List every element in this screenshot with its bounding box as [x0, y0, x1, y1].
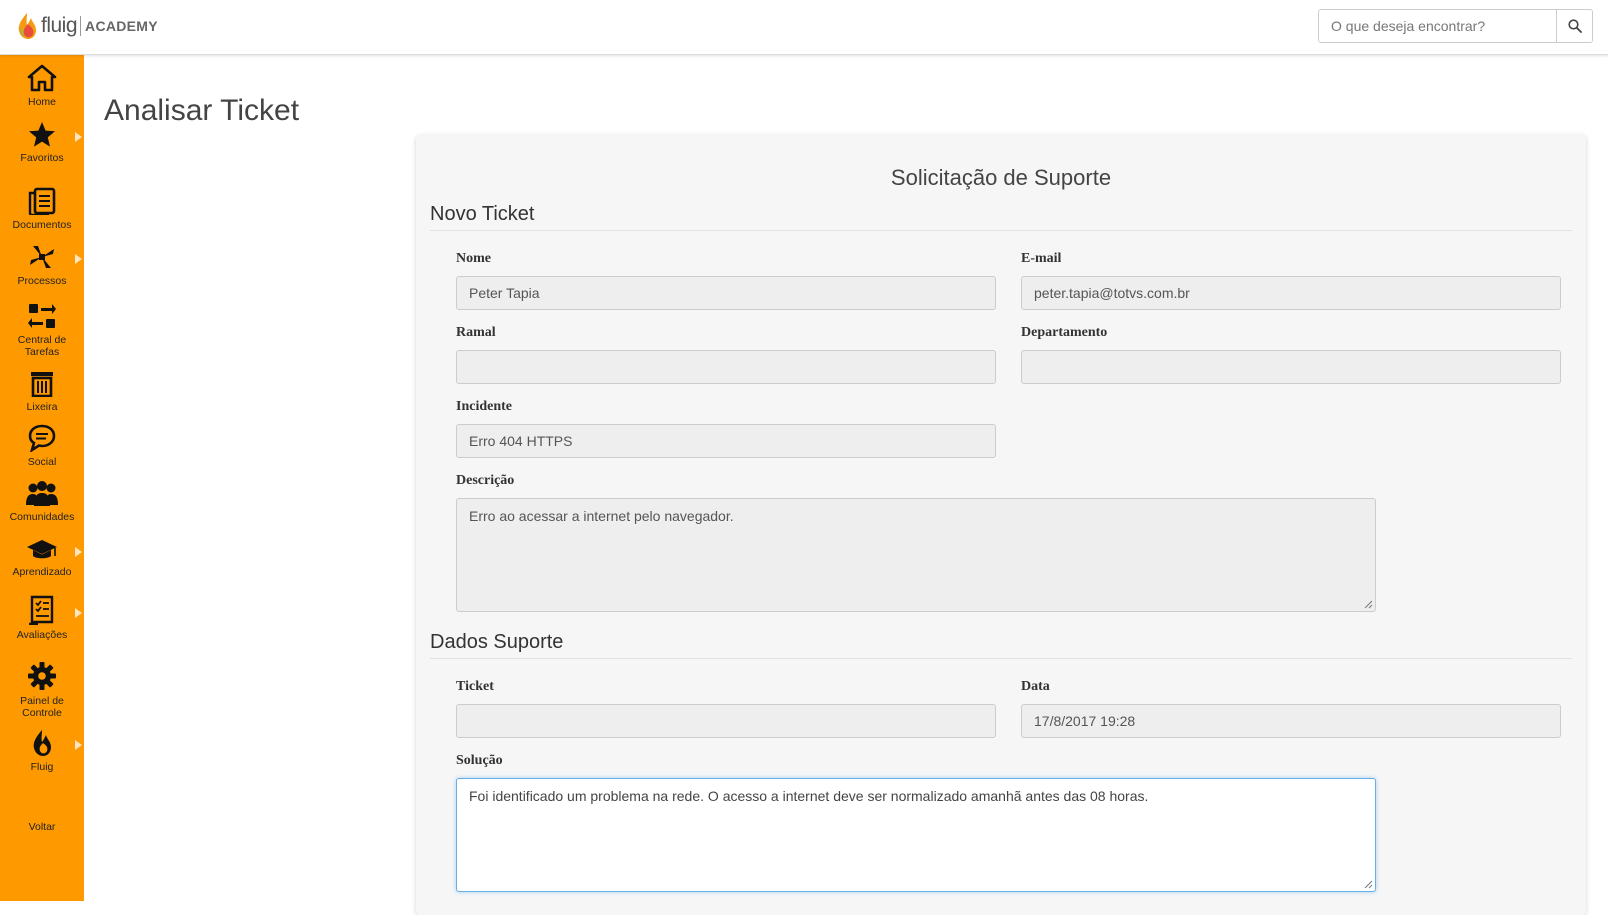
sidebar-item-lixeira[interactable]: Lixeira: [0, 369, 84, 413]
chevron-right-icon: [75, 254, 82, 264]
tasks-icon: [28, 304, 56, 328]
search-input[interactable]: [1319, 10, 1556, 42]
search-box: [1318, 9, 1593, 43]
data-field[interactable]: 17/8/2017 19:28: [1021, 704, 1561, 738]
chevron-right-icon: [75, 547, 82, 557]
chevron-right-icon: [75, 608, 82, 618]
communities-icon: [26, 481, 58, 506]
sidebar-item-label: Processos: [17, 275, 67, 287]
ticket-label: Ticket: [456, 679, 494, 694]
resize-handle-icon[interactable]: [1364, 600, 1373, 609]
sidebar-item-label: Comunidades: [9, 511, 75, 523]
sidebar-item-label: Central de Tarefas: [17, 334, 67, 358]
search-icon: [1567, 19, 1582, 33]
descricao-textarea[interactable]: Erro ao acessar a internet pelo navegado…: [456, 498, 1376, 612]
incidente-label: Incidente: [456, 399, 512, 414]
section-dados-suporte: Dados Suporte: [430, 631, 1572, 659]
sidebar-item-label: Documentos: [12, 219, 72, 231]
sidebar-item-label: Fluig: [30, 761, 54, 773]
sidebar-item-label: Painel de Controle: [20, 695, 64, 719]
sidebar-item-label: Home: [27, 96, 56, 108]
sidebar-item-label: Avaliações: [16, 629, 68, 641]
sidebar-item-label: Favoritos: [20, 152, 64, 164]
sidebar: Home Favoritos Documentos Processos Cent…: [0, 55, 84, 901]
gear-icon: [28, 662, 56, 690]
sidebar-item-aprendizado[interactable]: Aprendizado: [0, 537, 84, 578]
star-icon: [29, 122, 55, 147]
descricao-label: Descrição: [456, 473, 515, 488]
sidebar-item-comunidades[interactable]: Comunidades: [0, 479, 84, 523]
processes-icon: [30, 246, 54, 268]
graduation-cap-icon: [27, 540, 57, 559]
documents-icon: [28, 187, 56, 215]
sidebar-item-label: Aprendizado: [12, 566, 72, 578]
sidebar-item-label: Social: [27, 456, 57, 468]
evaluation-icon: [29, 595, 54, 625]
data-label: Data: [1021, 679, 1050, 694]
departamento-label: Departamento: [1021, 325, 1108, 340]
fluig-academy-logo[interactable]: fluig ACADEMY: [16, 10, 158, 42]
sidebar-item-label: Voltar: [28, 821, 56, 833]
fluig-flame-icon: [18, 13, 36, 39]
logo-separator: [80, 16, 82, 36]
form-title: Solicitação de Suporte: [890, 165, 1112, 190]
sidebar-item-processos[interactable]: Processos: [0, 243, 84, 287]
email-field[interactable]: peter.tapia@totvs.com.br: [1021, 276, 1561, 310]
sidebar-item-voltar[interactable]: Voltar: [0, 817, 84, 833]
ramal-field[interactable]: [456, 350, 996, 384]
solucao-label: Solução: [456, 753, 503, 768]
ramal-label: Ramal: [456, 325, 496, 340]
sidebar-item-label: Lixeira: [26, 401, 58, 413]
sidebar-item-social[interactable]: Social: [0, 424, 84, 468]
ticket-field[interactable]: [456, 704, 996, 738]
solucao-textarea[interactable]: Foi identificado um problema na rede. O …: [456, 778, 1376, 892]
sidebar-item-central-de-tarefas[interactable]: Central de Tarefas: [0, 302, 84, 358]
sidebar-item-documentos[interactable]: Documentos: [0, 187, 84, 231]
sidebar-item-painel-de-controle[interactable]: Painel de Controle: [0, 661, 84, 719]
chevron-right-icon: [75, 132, 82, 142]
email-label: E-mail: [1021, 251, 1062, 266]
section-novo-ticket: Novo Ticket: [430, 203, 1572, 231]
sidebar-item-avaliacoes[interactable]: Avaliações: [0, 595, 84, 641]
resize-handle-icon[interactable]: [1364, 880, 1373, 889]
top-bar: fluig ACADEMY: [0, 0, 1608, 55]
page-title: Analisar Ticket: [104, 94, 300, 127]
sidebar-item-home[interactable]: Home: [0, 64, 84, 108]
chevron-right-icon: [75, 740, 82, 750]
search-button[interactable]: [1556, 10, 1592, 42]
sidebar-item-fluig[interactable]: Fluig: [0, 729, 84, 773]
descricao-text: Erro ao acessar a internet pelo navegado…: [469, 508, 734, 524]
support-form-card: Solicitação de Suporte Novo Ticket Nome …: [416, 135, 1586, 915]
home-icon: [27, 64, 57, 92]
nome-field[interactable]: Peter Tapia: [456, 276, 996, 310]
logo-text: fluig: [41, 14, 78, 37]
incidente-field[interactable]: Erro 404 HTTPS: [456, 424, 996, 458]
solucao-text: Foi identificado um problema na rede. O …: [469, 788, 1149, 804]
sidebar-item-favoritos[interactable]: Favoritos: [0, 121, 84, 164]
logo-suffix: ACADEMY: [85, 18, 158, 34]
fluig-flame-icon: [33, 730, 51, 756]
departamento-field[interactable]: [1021, 350, 1561, 384]
chat-icon: [28, 424, 56, 452]
nome-label: Nome: [456, 251, 491, 266]
trash-icon: [31, 372, 53, 397]
